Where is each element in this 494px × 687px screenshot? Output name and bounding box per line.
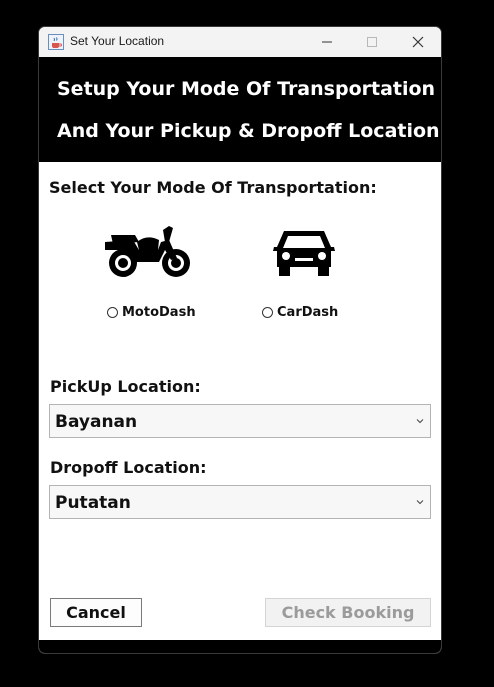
cancel-button[interactable]: Cancel bbox=[50, 598, 142, 627]
minimize-icon bbox=[322, 41, 332, 43]
cardash-radio-circle[interactable] bbox=[262, 307, 273, 318]
close-button[interactable] bbox=[395, 27, 441, 57]
header-title-line-2: And Your Pickup & Dropoff Location bbox=[57, 120, 440, 142]
form-panel: Select Your Mode Of Transportation: Moto bbox=[39, 162, 441, 640]
dropoff-location-select[interactable]: Putatan bbox=[49, 485, 431, 519]
pickup-location-select[interactable]: Bayanan bbox=[49, 404, 431, 438]
motodash-radio-circle[interactable] bbox=[107, 307, 118, 318]
bottom-bar bbox=[39, 640, 441, 653]
transport-mode-label: Select Your Mode Of Transportation: bbox=[49, 178, 377, 197]
chevron-down-icon bbox=[416, 500, 424, 505]
dropoff-location-label: Dropoff Location: bbox=[50, 458, 207, 477]
header-banner: Setup Your Mode Of Transportation And Yo… bbox=[39, 57, 441, 162]
location-window: Set Your Location Setup Your Mode Of Tra… bbox=[38, 26, 442, 654]
motodash-radio[interactable]: MotoDash bbox=[107, 305, 196, 320]
header-title-line-1: Setup Your Mode Of Transportation bbox=[57, 78, 436, 100]
pickup-location-value: Bayanan bbox=[55, 412, 138, 432]
java-cup-icon bbox=[48, 34, 64, 50]
cardash-radio[interactable]: CarDash bbox=[262, 305, 338, 320]
car-icon bbox=[273, 231, 335, 276]
window-title: Set Your Location bbox=[70, 34, 165, 48]
check-booking-button[interactable]: Check Booking bbox=[265, 598, 431, 627]
maximize-button[interactable] bbox=[349, 27, 395, 57]
minimize-button[interactable] bbox=[304, 27, 350, 57]
cardash-radio-label[interactable]: CarDash bbox=[277, 305, 338, 320]
title-bar[interactable]: Set Your Location bbox=[39, 27, 441, 57]
pickup-location-label: PickUp Location: bbox=[50, 377, 201, 396]
maximize-icon bbox=[367, 37, 377, 47]
close-icon bbox=[412, 36, 424, 48]
motodash-radio-label[interactable]: MotoDash bbox=[122, 305, 196, 320]
motorcycle-icon bbox=[105, 226, 190, 277]
chevron-down-icon bbox=[416, 419, 424, 424]
dropoff-location-value: Putatan bbox=[55, 493, 131, 513]
